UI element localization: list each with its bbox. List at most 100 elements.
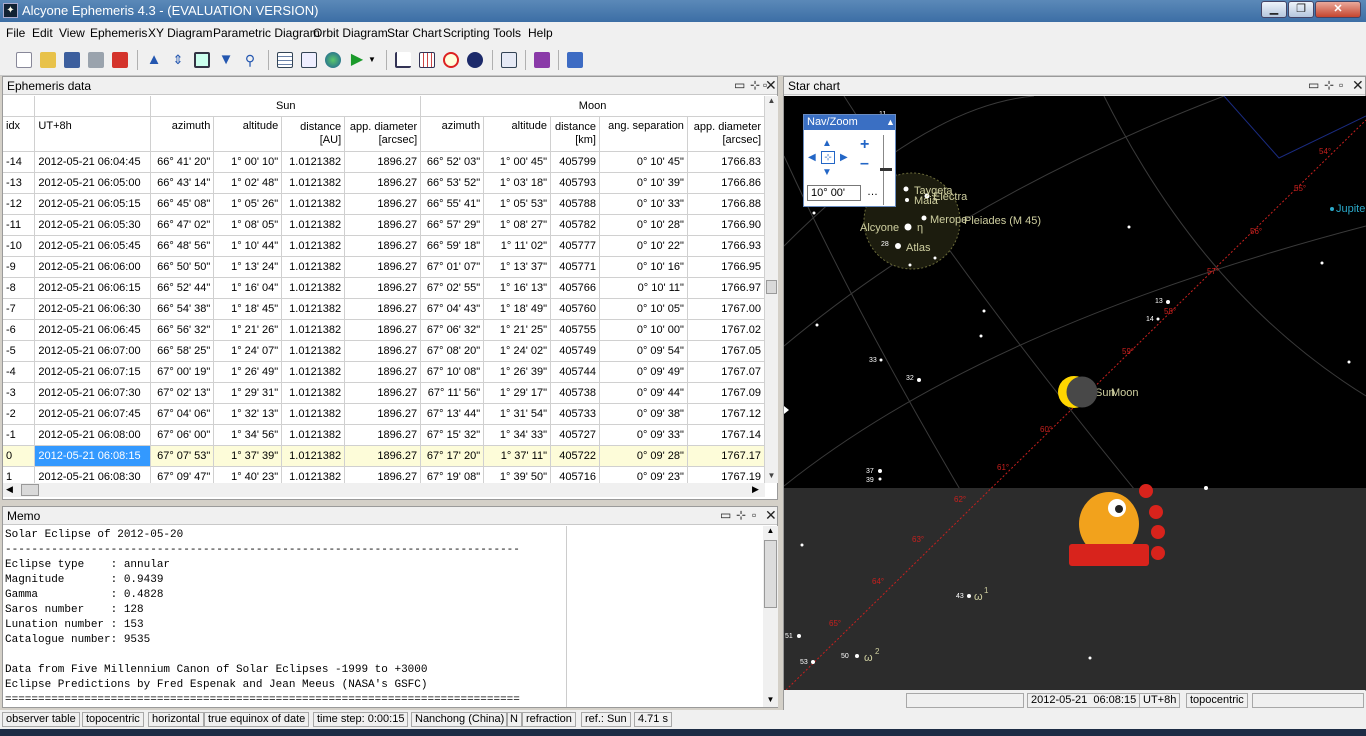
menu-ephemeris[interactable]: Ephemeris [90,26,147,40]
search-icon[interactable]: ⚲ [242,52,258,68]
panel-float-icon[interactable]: ▫ [1339,78,1343,92]
column-header-moon-azimuth[interactable]: azimuth [420,116,485,152]
vertical-scrollbar[interactable]: ▲ ▼ [765,96,778,483]
table-cell[interactable]: 66° 50' 50" [150,256,215,278]
table-cell[interactable]: 1.0121382 [281,172,346,194]
table-cell[interactable]: 1767.07 [687,361,765,383]
table-cell[interactable]: 2012-05-21 06:07:15 [34,361,152,383]
scroll-thumb[interactable] [766,280,777,294]
panel-close-icon[interactable]: ✕ [765,507,777,524]
table-cell[interactable]: 2012-05-21 06:06:00 [34,256,152,278]
table-cell[interactable]: 1766.83 [687,151,765,173]
row-index-cell[interactable]: 1 [3,466,36,483]
diagram-icon[interactable] [501,52,517,68]
menu-edit[interactable]: Edit [32,26,53,40]
star-50[interactable] [855,654,859,658]
table-cell[interactable]: 1896.27 [344,466,422,483]
table-cell[interactable]: 1767.00 [687,298,765,320]
table-cell[interactable]: 1767.02 [687,319,765,341]
star[interactable] [800,543,804,547]
menu-orbit-diagram[interactable]: Orbit Diagram [313,26,388,40]
table-row[interactable]: -13 2012-05-21 06:05:00 66° 43' 14" 1° 02' … [3,172,765,194]
column-header-sun-altitude[interactable]: altitude [213,116,283,152]
table-cell[interactable]: 1° 00' 45" [483,151,551,173]
table-cell[interactable]: 1766.88 [687,193,765,215]
star-taygeta[interactable] [903,186,909,192]
star[interactable] [1127,225,1131,229]
row-index-cell[interactable]: 0 [3,445,36,467]
table-cell[interactable]: 1896.27 [344,382,422,404]
table-cell[interactable]: 405771 [550,256,600,278]
table-cell[interactable]: 66° 43' 14" [150,172,215,194]
collapse-icon[interactable]: ▲ [886,115,895,130]
table-cell[interactable]: 1766.86 [687,172,765,194]
table-cell[interactable]: 1896.27 [344,403,422,425]
table-row[interactable]: -10 2012-05-21 06:05:45 66° 48' 56" 1° 10' … [3,235,765,257]
table-row[interactable]: -6 2012-05-21 06:06:45 66° 56' 32" 1° 21' 2… [3,319,765,341]
panel-pin-icon[interactable]: ⊹ [1324,78,1334,92]
table-cell[interactable]: 405744 [550,361,600,383]
table-cell[interactable]: 1.0121382 [281,466,346,483]
table-cell[interactable]: 1° 34' 33" [483,424,551,446]
table-cell[interactable]: 2012-05-21 06:07:00 [34,340,152,362]
table-cell[interactable]: 67° 08' 20" [420,340,485,362]
zoom-slider-thumb[interactable] [880,168,892,171]
table-cell[interactable]: 1767.09 [687,382,765,404]
table-row[interactable]: -3 2012-05-21 06:07:30 67° 02' 13" 1° 29' 3… [3,382,765,404]
table-cell[interactable]: 2012-05-21 06:04:45 [34,151,152,173]
table-cell[interactable]: 1° 34' 56" [213,424,283,446]
panel-restore-icon[interactable]: ▭ [734,78,745,92]
nav-zoom-header[interactable]: Nav/Zoom ▲ [804,115,895,130]
table-cell[interactable]: 0° 09' 23" [599,466,688,483]
star[interactable] [933,256,937,260]
table-cell[interactable]: 1.0121382 [281,382,346,404]
globe-icon[interactable] [325,52,341,68]
table-cell[interactable]: 1.0121382 [281,424,346,446]
table-cell[interactable]: 0° 10' 16" [599,256,688,278]
menu-file[interactable]: File [6,26,25,40]
table-cell[interactable]: 1767.17 [687,445,765,467]
column-header-moon-altitude[interactable]: altitude [483,116,551,152]
scroll-right-icon[interactable]: ▶ [752,484,759,495]
table-row[interactable]: -8 2012-05-21 06:06:15 66° 52' 44" 1° 16' 0… [3,277,765,299]
table-cell[interactable]: 0° 09' 54" [599,340,688,362]
star[interactable] [815,323,819,327]
table-cell[interactable]: 405722 [550,445,600,467]
table-cell[interactable]: 1° 03' 18" [483,172,551,194]
row-index-cell[interactable]: -7 [3,298,36,320]
fov-input[interactable] [807,185,861,201]
window-icon[interactable] [194,52,210,68]
table-cell[interactable]: 0° 09' 49" [599,361,688,383]
scroll-thumb[interactable] [764,540,777,608]
table-row[interactable]: 0 2012-05-21 06:08:15 67° 07' 53" 1° 37' 39… [3,445,765,467]
row-index-cell[interactable]: -11 [3,214,36,236]
close-icon[interactable]: ✕ [1315,1,1361,18]
table-row[interactable]: -5 2012-05-21 06:07:00 66° 58' 25" 1° 24' 0… [3,340,765,362]
table-cell[interactable]: 2012-05-21 06:06:15 [34,277,152,299]
row-index-cell[interactable]: -13 [3,172,36,194]
row-index-cell[interactable]: -12 [3,193,36,215]
scroll-down-icon[interactable]: ▼ [763,695,778,707]
table-cell[interactable]: 405716 [550,466,600,483]
table-cell[interactable]: 1766.95 [687,256,765,278]
scroll-left-icon[interactable]: ◀ [6,484,13,495]
orbit-icon[interactable] [443,52,459,68]
table-cell[interactable]: 1.0121382 [281,193,346,215]
table-cell[interactable]: 66° 48' 56" [150,235,215,257]
table-cell[interactable]: 0° 10' 45" [599,151,688,173]
table-cell[interactable]: 2012-05-21 06:07:45 [34,403,152,425]
table-cell[interactable]: 67° 01' 07" [420,256,485,278]
table-cell[interactable]: 1° 00' 10" [213,151,283,173]
column-header-ang-separation[interactable]: ang. separation [599,116,688,152]
zoom-out-icon[interactable]: – [860,155,869,173]
panel-float-icon[interactable]: ▫ [752,508,756,522]
table-cell[interactable]: 66° 52' 44" [150,277,215,299]
panel-close-icon[interactable]: ✕ [765,77,777,94]
star-32[interactable] [917,378,921,382]
table-cell[interactable]: 0° 10' 00" [599,319,688,341]
row-index-cell[interactable]: -1 [3,424,36,446]
table-cell[interactable]: 1896.27 [344,235,422,257]
star-51[interactable] [797,634,801,638]
hscroll-thumb[interactable] [21,484,39,496]
table-cell[interactable]: 2012-05-21 06:08:15 [34,445,152,467]
